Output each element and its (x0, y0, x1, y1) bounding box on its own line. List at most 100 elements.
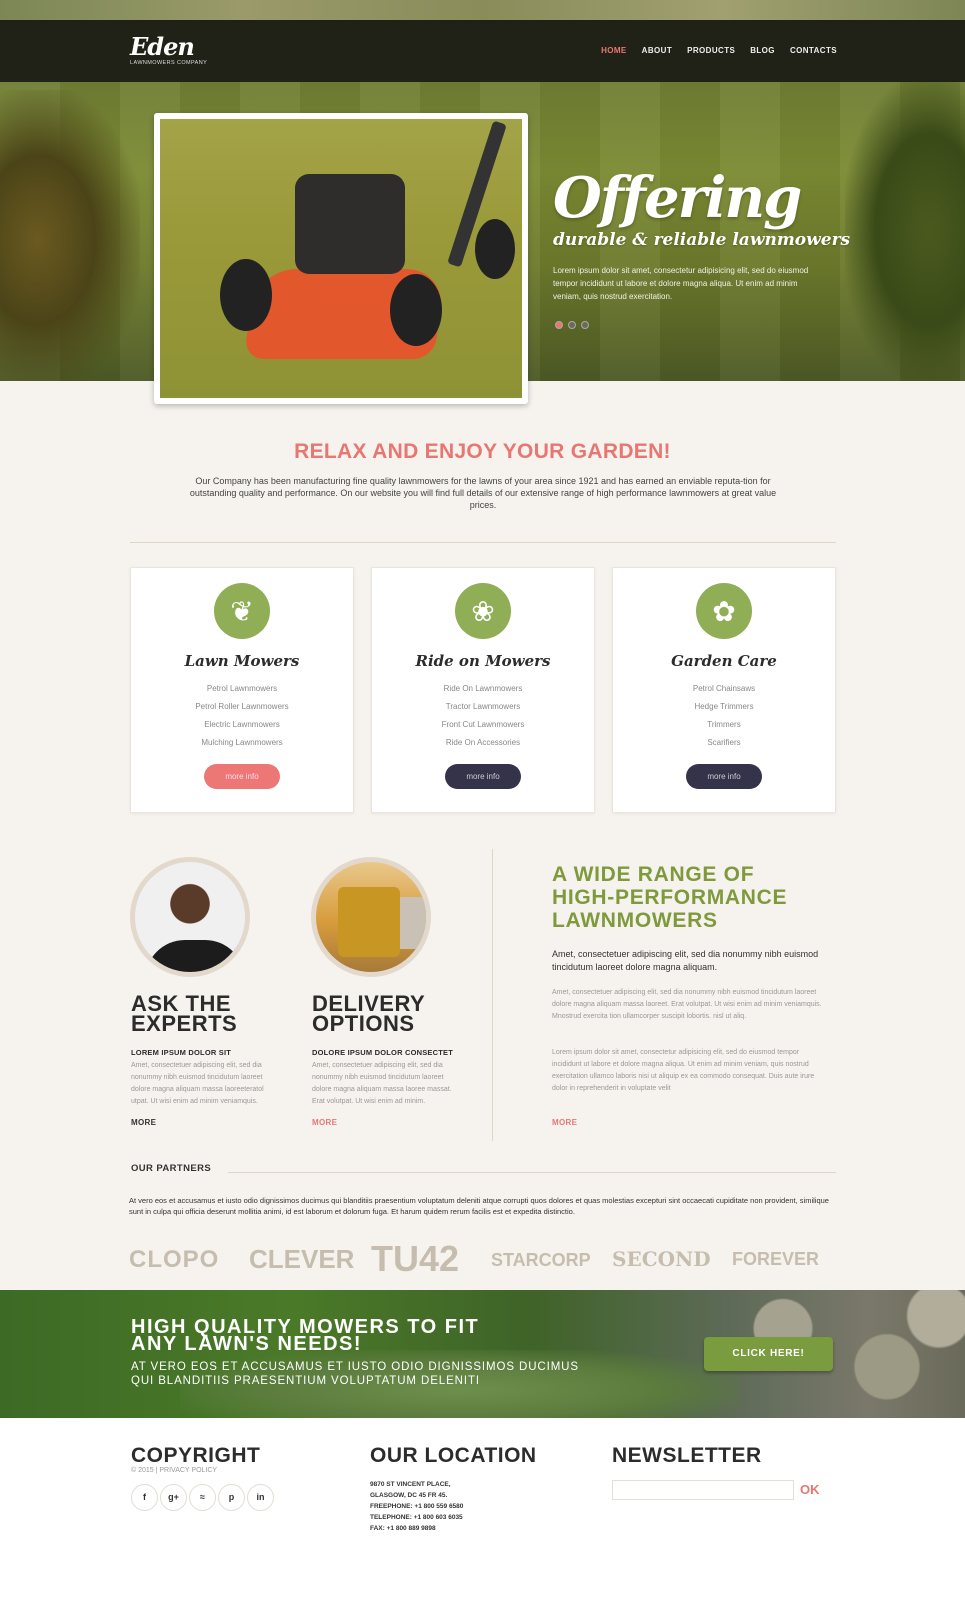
range-paragraph-2: Lorem ipsum dolor sit amet, consectetur … (552, 1049, 815, 1092)
newsletter-submit-button[interactable]: OK (800, 1482, 820, 1497)
range-title-line3: LAWNMOWERS (552, 909, 718, 932)
google-plus-icon[interactable]: g+ (160, 1484, 187, 1511)
card-list-item[interactable]: Hedge Trimmers (613, 698, 835, 716)
card-list-item[interactable]: Scarifiers (613, 734, 835, 752)
card-list-item[interactable]: Mulching Lawnmowers (131, 734, 353, 752)
nav-item-blog[interactable]: BLOG (750, 46, 775, 55)
vertical-divider (492, 849, 493, 1141)
slider-dot-2[interactable] (568, 321, 576, 329)
range-paragraph-1: Amet, consectetuer adipiscing elit, sed … (552, 989, 822, 1020)
nav-item-products[interactable]: PRODUCTS (687, 46, 735, 55)
card-list-item[interactable]: Tractor Lawnmowers (372, 698, 594, 716)
click-here-button[interactable]: CLICK HERE! (704, 1337, 833, 1371)
nav-item-contacts[interactable]: CONTACTS (790, 46, 837, 55)
hero-background-bush-left (0, 90, 140, 381)
card-list-item[interactable]: Electric Lawnmowers (131, 716, 353, 734)
suit-shape (145, 940, 245, 972)
partner-logo-starcorp[interactable]: STARCORP (491, 1250, 591, 1271)
range-title-line1: A WIDE RANGE OF (552, 863, 755, 886)
mower-engine-shape (295, 174, 405, 274)
newsletter-email-input[interactable] (612, 1480, 794, 1500)
truck-image (311, 857, 431, 977)
hero-subtitle: durable & reliable lawnmowers (553, 230, 851, 250)
experts-title-line2: EXPERTS (131, 1011, 238, 1036)
card-garden-care: ✿ Garden Care Petrol Chainsaws Hedge Tri… (612, 567, 836, 813)
partner-logo-tu42[interactable]: TU42 (371, 1238, 459, 1280)
newsletter-title: NEWSLETTER (612, 1444, 762, 1467)
divider (130, 542, 836, 543)
intro-title: RELAX AND ENJOY YOUR GARDEN! (294, 440, 671, 463)
hero-caption: Offering durable & reliable lawnmowers L… (553, 168, 850, 303)
top-navigation-bar: Eden LAWNMOWERS COMPANY HOME ABOUT PRODU… (0, 20, 965, 82)
truck-cab-shape (338, 887, 400, 957)
card-list-item[interactable]: Ride On Accessories (372, 734, 594, 752)
partner-logo-forever[interactable]: FOREVER (732, 1249, 819, 1270)
partners-text: At vero eos et accusamus et iusto odio d… (129, 1196, 829, 1216)
delivery-subtitle: DOLORE IPSUM DOLOR CONSECTET (312, 1048, 454, 1057)
range-lead: Amet, consectetuer adipiscing elit, sed … (552, 949, 819, 972)
pinterest-icon[interactable]: p (218, 1484, 245, 1511)
range-more-link[interactable]: MORE (552, 1118, 577, 1127)
card-list-item[interactable]: Petrol Lawnmowers (131, 680, 353, 698)
banner-subtitle-line2: QUI BLANDITIIS PRAESENTIUM VOLUPTATUM DE… (131, 1375, 480, 1387)
experts-subtitle: LOREM IPSUM DOLOR SIT (131, 1048, 232, 1057)
person-leaf-icon: ❀ (455, 583, 511, 639)
linkedin-icon[interactable]: in (247, 1484, 274, 1511)
more-info-button[interactable]: more info (204, 764, 280, 789)
experts-more-link[interactable]: MORE (131, 1118, 156, 1127)
experts-text: Amet, consectetuer adipiscing elit, sed … (131, 1062, 264, 1105)
logo-title: Eden (130, 32, 195, 61)
banner-title: HIGH QUALITY MOWERS TO FIT ANY LAWN'S NE… (131, 1317, 479, 1355)
range-title-line2: HIGH-PERFORMANCE (552, 886, 788, 909)
card-lawn-mowers: ❦ Lawn Mowers Petrol Lawnmowers Petrol R… (130, 567, 354, 813)
expert-avatar (130, 857, 250, 977)
banner-title-line2: ANY LAWN'S NEEDS! (131, 1333, 363, 1355)
nav-item-about[interactable]: ABOUT (642, 46, 672, 55)
slider-dot-1[interactable] (555, 321, 563, 329)
leaf-icon: ❦ (214, 583, 270, 639)
mower-wheel-shape (475, 219, 515, 279)
flower-icon: ✿ (696, 583, 752, 639)
slider-dot-3[interactable] (581, 321, 589, 329)
more-info-button[interactable]: more info (686, 764, 762, 789)
more-info-button[interactable]: more info (445, 764, 521, 789)
partner-logos: CLOPO CLEVER TU42 STARCORP SECOND FOREVE… (0, 1238, 965, 1280)
card-list: Petrol Chainsaws Hedge Trimmers Trimmers… (613, 680, 835, 752)
hero-background-trees (0, 0, 965, 20)
social-links: f g+ ≈ p in (131, 1484, 274, 1511)
facebook-icon[interactable]: f (131, 1484, 158, 1511)
banner-subtitle: AT VERO EOS ET ACCUSAMUS ET IUSTO ODIO D… (131, 1360, 579, 1388)
card-ride-on-mowers: ❀ Ride on Mowers Ride On Lawnmowers Trac… (371, 567, 595, 813)
logo-subtitle: LAWNMOWERS COMPANY (130, 60, 208, 66)
card-list-item[interactable]: Front Cut Lawnmowers (372, 716, 594, 734)
freephone: FREEPHONE: +1 800 559 6580 (370, 1503, 464, 1510)
location-details: 9870 ST VINCENT PLACE, GLASGOW, DC 45 FR… (370, 1479, 463, 1534)
card-list-item[interactable]: Petrol Roller Lawnmowers (131, 698, 353, 716)
delivery-more-link[interactable]: MORE (312, 1118, 337, 1127)
card-list-item[interactable]: Trimmers (613, 716, 835, 734)
card-list: Petrol Lawnmowers Petrol Roller Lawnmowe… (131, 680, 353, 752)
card-title: Ride on Mowers (415, 652, 551, 670)
partners-heading: OUR PARTNERS (131, 1163, 212, 1174)
hero-text: Lorem ipsum dolor sit amet, consectetur … (553, 266, 809, 301)
card-title: Garden Care (671, 652, 777, 670)
partner-logo-clever[interactable]: CLEVER (249, 1244, 354, 1275)
card-list-item[interactable]: Ride On Lawnmowers (372, 680, 594, 698)
address-line: GLASGOW, DC 45 FR 45. (370, 1492, 448, 1499)
rss-icon[interactable]: ≈ (189, 1484, 216, 1511)
mower-wheel-shape (220, 259, 272, 331)
copyright-title: COPYRIGHT (131, 1444, 261, 1467)
partner-logo-clopo[interactable]: CLOPO (129, 1246, 219, 1274)
experts-title: ASK THE EXPERTS (131, 993, 238, 1036)
banner-subtitle-line1: AT VERO EOS ET ACCUSAMUS ET IUSTO ODIO D… (131, 1361, 579, 1373)
card-list: Ride On Lawnmowers Tractor Lawnmowers Fr… (372, 680, 594, 752)
lawnmower-image (160, 119, 522, 398)
partner-logo-second[interactable]: SECOND (612, 1247, 711, 1271)
delivery-title-line2: OPTIONS (312, 1011, 415, 1036)
hero-title: Offering (553, 165, 802, 231)
logo[interactable]: Eden LAWNMOWERS COMPANY (130, 32, 208, 67)
nav-item-home[interactable]: HOME (601, 46, 627, 55)
copyright-text[interactable]: © 2015 | PRIVACY POLICY (131, 1467, 217, 1474)
delivery-text: Amet, consectetuer adipiscing elit, sed … (312, 1062, 452, 1105)
card-list-item[interactable]: Petrol Chainsaws (613, 680, 835, 698)
